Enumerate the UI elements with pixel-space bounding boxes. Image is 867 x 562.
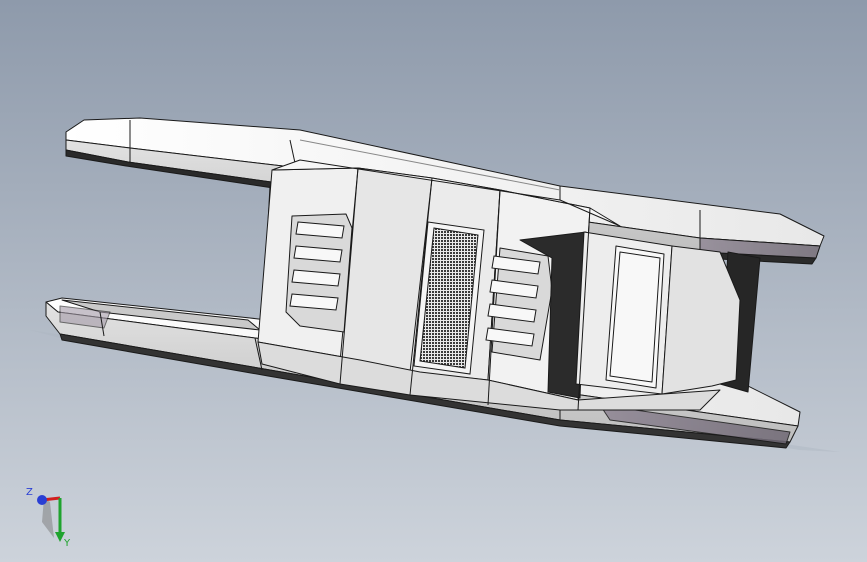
triad-z-axis: [37, 495, 47, 505]
graphics-viewport[interactable]: Z Y: [0, 0, 867, 562]
cad-model-view: [0, 0, 867, 562]
triad-y-label: Y: [63, 538, 71, 548]
triad-z-label: Z: [26, 487, 33, 498]
view-orientation-triad[interactable]: Z Y: [20, 478, 80, 548]
